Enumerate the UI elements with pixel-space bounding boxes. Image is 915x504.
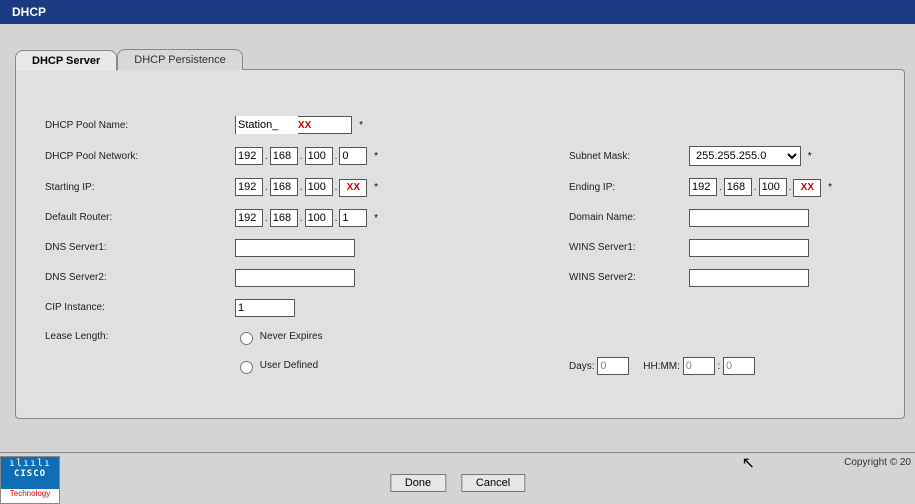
required-marker: * bbox=[370, 151, 378, 162]
label-days: Days: bbox=[569, 361, 595, 372]
lease-never-label: Never Expires bbox=[260, 331, 323, 342]
lease-never-radio[interactable] bbox=[240, 332, 253, 345]
lease-user-radio[interactable] bbox=[240, 361, 253, 374]
label-cip: CIP Instance: bbox=[45, 302, 105, 313]
start-oct-a[interactable] bbox=[235, 178, 263, 196]
end-oct-d-xx: XX bbox=[801, 182, 814, 193]
tab-dhcp-persistence-label: DHCP Persistence bbox=[134, 54, 226, 66]
tab-strip: DHCP Server DHCP Persistence bbox=[15, 49, 905, 70]
required-marker: * bbox=[370, 182, 378, 193]
label-wins2: WINS Server2: bbox=[569, 272, 636, 283]
start-oct-b[interactable] bbox=[270, 178, 298, 196]
label-subnet-mask: Subnet Mask: bbox=[569, 151, 630, 162]
label-starting-ip: Starting IP: bbox=[45, 182, 94, 193]
domain-name-input[interactable] bbox=[689, 209, 809, 227]
label-wins1: WINS Server1: bbox=[569, 242, 636, 253]
hhmm-colon: : bbox=[717, 361, 720, 372]
label-dns1: DNS Server1: bbox=[45, 242, 107, 253]
label-domain-name: Domain Name: bbox=[569, 212, 636, 223]
wins1-input[interactable] bbox=[689, 239, 809, 257]
footer: ılıılı CISCO Technology Done Cancel Copy… bbox=[0, 452, 915, 504]
pool-name-input[interactable] bbox=[236, 116, 298, 134]
dhcp-form: DHCP Pool Name: XX * DHCP Pool Network: bbox=[41, 110, 879, 381]
cisco-logo: ılıılı CISCO Technology bbox=[0, 456, 60, 504]
button-row: Done Cancel bbox=[384, 474, 531, 492]
lease-user-label: User Defined bbox=[260, 360, 318, 371]
done-button[interactable]: Done bbox=[390, 474, 446, 492]
router-oct-a[interactable] bbox=[235, 209, 263, 227]
mm-input[interactable] bbox=[723, 357, 755, 375]
router-oct-b[interactable] bbox=[270, 209, 298, 227]
net-oct-c[interactable] bbox=[305, 147, 333, 165]
dhcp-server-panel: DHCP Pool Name: XX * DHCP Pool Network: bbox=[15, 69, 905, 419]
wins2-input[interactable] bbox=[689, 269, 809, 287]
router-oct-c[interactable] bbox=[305, 209, 333, 227]
cisco-bars-icon: ılıılı CISCO bbox=[1, 457, 59, 489]
page-title: DHCP bbox=[12, 5, 46, 19]
page-area: DHCP Server DHCP Persistence DHCP Pool N… bbox=[0, 24, 915, 419]
label-lease: Lease Length: bbox=[45, 331, 108, 342]
start-oct-d-xx: XX bbox=[347, 182, 360, 193]
dhcp-titlebar: DHCP bbox=[0, 0, 915, 24]
router-oct-d[interactable] bbox=[339, 209, 367, 227]
net-oct-b[interactable] bbox=[270, 147, 298, 165]
copyright-text: Copyright © 20 bbox=[844, 457, 911, 468]
lease-never-option[interactable]: Never Expires bbox=[235, 331, 323, 342]
cancel-button[interactable]: Cancel bbox=[461, 474, 525, 492]
tab-dhcp-server[interactable]: DHCP Server bbox=[15, 50, 117, 71]
dns1-input[interactable] bbox=[235, 239, 355, 257]
cisco-tech-label: Technology bbox=[1, 489, 59, 498]
label-pool-network: DHCP Pool Network: bbox=[45, 151, 138, 162]
net-oct-d[interactable] bbox=[339, 147, 367, 165]
lease-user-option[interactable]: User Defined bbox=[235, 360, 318, 371]
pool-name-xx-marker: XX bbox=[298, 120, 311, 131]
label-dns2: DNS Server2: bbox=[45, 272, 107, 283]
label-ending-ip: Ending IP: bbox=[569, 182, 615, 193]
dns2-input[interactable] bbox=[235, 269, 355, 287]
net-oct-a[interactable] bbox=[235, 147, 263, 165]
required-marker: * bbox=[804, 151, 812, 162]
end-oct-b[interactable] bbox=[724, 178, 752, 196]
label-hhmm: HH:MM: bbox=[643, 361, 680, 372]
cip-input[interactable] bbox=[235, 299, 295, 317]
days-input[interactable] bbox=[597, 357, 629, 375]
tab-dhcp-persistence[interactable]: DHCP Persistence bbox=[117, 49, 243, 70]
label-pool-name: DHCP Pool Name: bbox=[45, 120, 128, 131]
start-oct-c[interactable] bbox=[305, 178, 333, 196]
hh-input[interactable] bbox=[683, 357, 715, 375]
required-marker: * bbox=[355, 120, 363, 131]
end-oct-c[interactable] bbox=[759, 178, 787, 196]
required-marker: * bbox=[824, 182, 832, 193]
end-oct-a[interactable] bbox=[689, 178, 717, 196]
label-default-router: Default Router: bbox=[45, 212, 112, 223]
subnet-mask-select[interactable]: 255.255.255.0 bbox=[689, 146, 801, 166]
tab-dhcp-server-label: DHCP Server bbox=[32, 55, 100, 67]
required-marker: * bbox=[370, 213, 378, 224]
